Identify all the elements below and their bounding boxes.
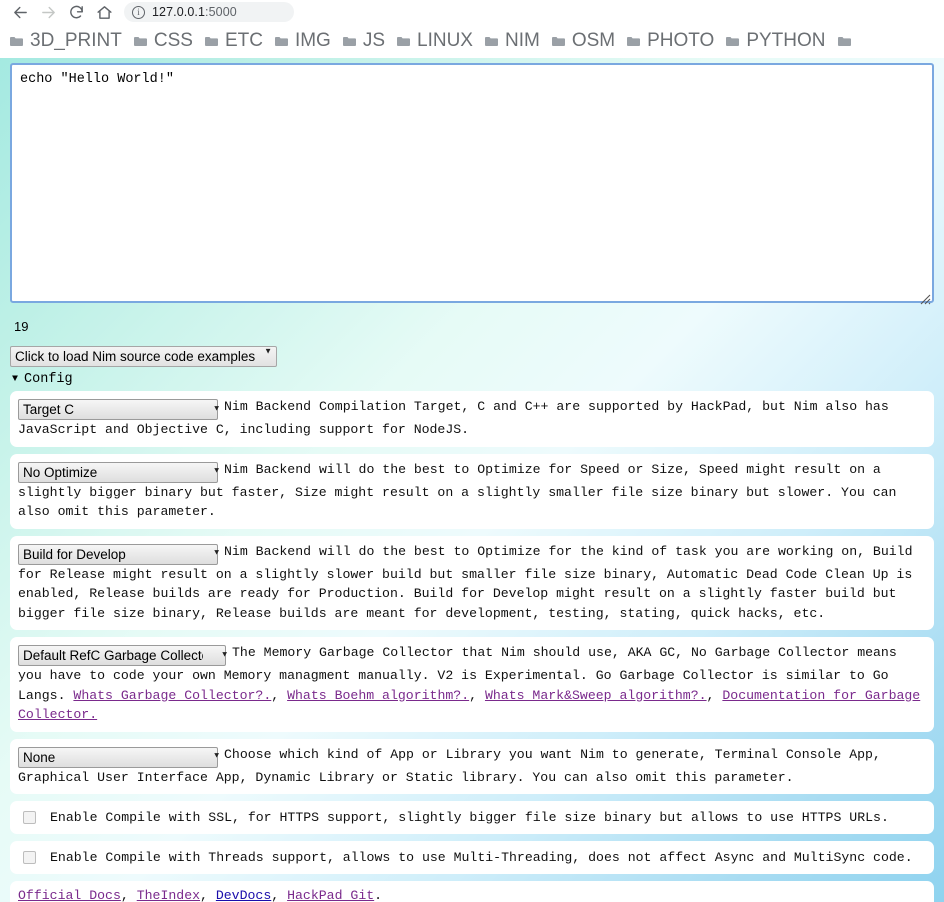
app-kind-select-wrapper: None (18, 745, 224, 768)
examples-select-wrapper: Click to load Nim source code examples (10, 334, 277, 367)
threads-label: Enable Compile with Threads support, all… (50, 850, 913, 865)
home-icon[interactable] (90, 1, 118, 23)
folder-icon (484, 36, 498, 47)
bookmark-3d-print[interactable]: 3D_PRINT (4, 28, 128, 54)
bookmark-label: OSM (571, 30, 616, 51)
bookmark-photo[interactable]: PHOTO (621, 28, 720, 54)
target-select-wrapper: Target C (18, 397, 224, 420)
link-official-docs[interactable]: Official Docs (18, 888, 121, 902)
config-row-ssl: Enable Compile with SSL, for HTTPS suppo… (10, 801, 934, 834)
bookmark-img[interactable]: IMG (269, 28, 337, 54)
app-kind-select[interactable]: None (18, 746, 218, 768)
link-whats-garbage-collector[interactable]: Whats Garbage Collector?. (73, 688, 271, 703)
browser-toolbar: i 127.0.0.1:5000 (0, 0, 944, 24)
config-row-build: Build for Develop Nim Backend will do th… (10, 535, 934, 630)
bookmark-label: PHOTO (647, 30, 715, 51)
folder-icon (397, 36, 411, 47)
bookmark-label: NIM (504, 30, 540, 51)
bookmark-label: IMG (294, 30, 331, 51)
address-bar[interactable]: i 127.0.0.1:5000 (124, 2, 294, 22)
link-hackpad-git[interactable]: HackPad Git (287, 888, 374, 902)
build-select-wrapper: Build for Develop (18, 542, 224, 565)
folder-icon (10, 36, 23, 47)
bookmark-linux[interactable]: LINUX (391, 28, 479, 54)
bookmarks-bar: 3D_PRINT CSS ETC IMG JS LINUX NIM OSM PH… (0, 24, 944, 58)
folder-icon (133, 36, 147, 47)
config-row-optimize: No Optimize Nim Backend will do the best… (10, 453, 934, 529)
optimize-select[interactable]: No Optimize (18, 461, 218, 483)
folder-icon (274, 36, 288, 47)
code-input[interactable] (10, 63, 934, 303)
character-count: 19 (14, 319, 29, 334)
ssl-checkbox[interactable] (23, 811, 36, 824)
browser-chrome: i 127.0.0.1:5000 3D_PRINT CSS ETC IMG JS… (0, 0, 944, 58)
bookmark-python[interactable]: PYTHON (720, 28, 831, 54)
bookmark-etc[interactable]: ETC (199, 28, 269, 54)
footer-links: Official Docs, TheIndex, DevDocs, HackPa… (10, 881, 934, 902)
link-whats-mark-sweep[interactable]: Whats Mark&Sweep algorithm?. (485, 688, 707, 703)
gc-select-wrapper: Default RefC Garbage Collector (18, 643, 232, 666)
optimize-select-wrapper: No Optimize (18, 460, 224, 483)
folder-icon (726, 36, 740, 47)
bookmark-label: ETC (224, 30, 263, 51)
bookmark-label: JS (362, 30, 386, 51)
folder-icon (627, 36, 641, 47)
link-whats-boehm[interactable]: Whats Boehm algorithm?. (287, 688, 469, 703)
target-select[interactable]: Target C (18, 399, 218, 420)
bookmark-js[interactable]: JS (337, 28, 391, 54)
code-editor-wrapper (10, 58, 934, 308)
folder-icon (342, 36, 356, 47)
page-content: 19 Click to load Nim source code example… (0, 58, 944, 902)
reload-icon[interactable] (62, 1, 90, 23)
chevron-down-icon: ▼ (12, 374, 19, 385)
folder-icon (204, 36, 218, 47)
bookmark-nim[interactable]: NIM (479, 28, 546, 54)
bookmark-label: PYTHON (746, 30, 826, 51)
bookmark-label: LINUX (417, 30, 473, 51)
folder-icon (837, 36, 851, 47)
link-devdocs[interactable]: DevDocs (216, 888, 271, 902)
config-label: Config (24, 372, 73, 387)
bookmark-label: CSS (153, 30, 193, 51)
config-row-garbage-collector: Default RefC Garbage Collector The Memor… (10, 637, 934, 732)
threads-checkbox[interactable] (23, 851, 36, 864)
address-bar-url: 127.0.0.1:5000 (152, 5, 237, 19)
ssl-label: Enable Compile with SSL, for HTTPS suppo… (50, 810, 889, 825)
config-row-target: Target C Nim Backend Compilation Target,… (10, 391, 934, 447)
config-disclosure[interactable]: ▼ Config (12, 372, 73, 387)
forward-arrow-icon[interactable] (34, 1, 62, 23)
config-row-app-kind: None Choose which kind of App or Library… (10, 738, 934, 794)
link-theindex[interactable]: TheIndex (137, 888, 200, 902)
info-circle-icon[interactable]: i (132, 5, 145, 19)
load-examples-select[interactable]: Click to load Nim source code examples (10, 346, 277, 367)
folder-icon (551, 36, 565, 47)
back-arrow-icon[interactable] (6, 1, 34, 23)
bookmark-osm[interactable]: OSM (546, 28, 621, 54)
bookmark-overflow[interactable] (832, 28, 864, 54)
bookmark-css[interactable]: CSS (128, 28, 199, 54)
gc-select[interactable]: Default RefC Garbage Collector (18, 645, 226, 666)
config-row-threads: Enable Compile with Threads support, all… (10, 841, 934, 874)
bookmark-label: 3D_PRINT (30, 30, 122, 51)
build-select[interactable]: Build for Develop (18, 543, 218, 565)
